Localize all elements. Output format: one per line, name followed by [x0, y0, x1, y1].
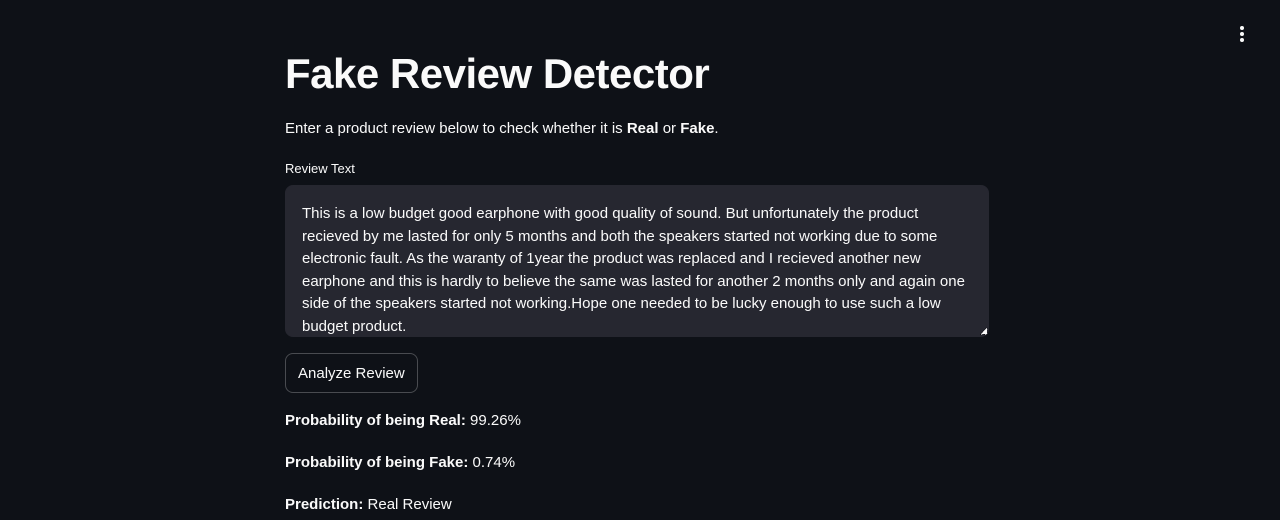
kebab-menu-icon — [1240, 26, 1244, 42]
intro-fake: Fake — [680, 120, 715, 137]
intro-middle: or — [658, 120, 681, 137]
intro-real: Real — [626, 120, 659, 137]
page-title: Fake Review Detector — [285, 50, 710, 97]
real-probability-value: 99.26% — [470, 412, 521, 429]
review-text-input[interactable]: This is a low budget good earphone with … — [285, 185, 989, 337]
review-text-label: Review Text — [285, 161, 355, 176]
real-probability: Probability of being Real: 99.26% — [285, 410, 521, 432]
fake-probability: Probability of being Fake: 0.74% — [285, 452, 515, 474]
fake-probability-label: Probability of being Fake: — [285, 454, 469, 471]
real-probability-label: Probability of being Real: — [285, 412, 466, 429]
main-menu-button[interactable] — [1228, 22, 1256, 46]
resize-handle-icon[interactable] — [981, 328, 987, 334]
intro-suffix: . — [714, 120, 719, 137]
intro-prefix: Enter a product review below to check wh… — [285, 120, 627, 137]
intro-text: Enter a product review below to check wh… — [285, 118, 719, 140]
analyze-review-button[interactable]: Analyze Review — [285, 353, 418, 393]
prediction-label: Prediction: — [285, 496, 364, 513]
prediction-value: Real Review — [367, 496, 452, 513]
prediction: Prediction: Real Review — [285, 494, 452, 516]
fake-probability-value: 0.74% — [472, 454, 516, 471]
